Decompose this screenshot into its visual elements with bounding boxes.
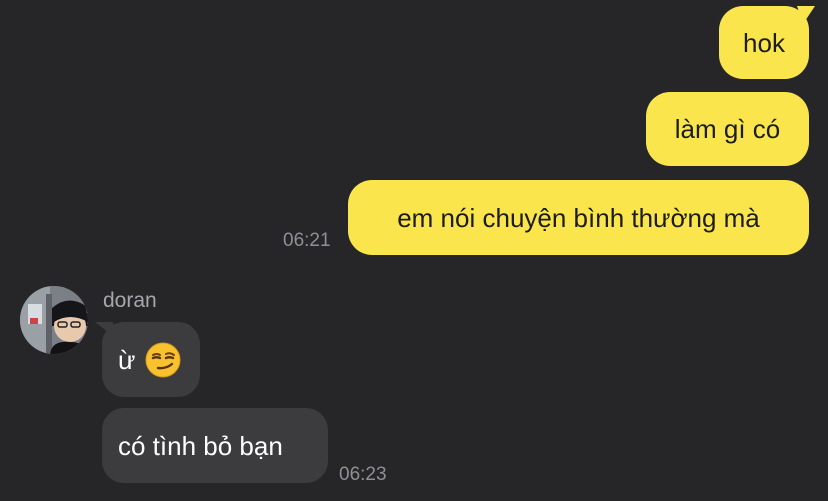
avatar-photo — [20, 286, 88, 354]
incoming-message[interactable]: ừ — [95, 322, 200, 397]
outgoing-message[interactable]: hok — [719, 6, 815, 79]
message-text: hok — [743, 27, 785, 58]
outgoing-message[interactable]: làm gì có — [646, 92, 809, 166]
message-text: em nói chuyện bình thường mà — [397, 202, 760, 233]
message-text: ừ — [118, 344, 136, 375]
message-text: làm gì có — [674, 114, 781, 144]
message-timestamp: 06:21 — [283, 230, 331, 251]
message-timestamp: 06:23 — [339, 464, 387, 485]
incoming-message[interactable]: có tình bỏ bạn — [102, 408, 328, 483]
sender-avatar[interactable] — [20, 286, 88, 354]
bubble-tail — [95, 322, 113, 340]
message-text: có tình bỏ bạn — [118, 430, 283, 461]
bubble-tail — [797, 6, 815, 24]
sender-name: doran — [103, 289, 157, 312]
outgoing-message[interactable]: em nói chuyện bình thường mà — [348, 180, 809, 255]
smirking-face-icon — [145, 342, 181, 377]
chat-conversation: hok làm gì có 06:21 em nói chuyện bình t… — [0, 0, 828, 501]
